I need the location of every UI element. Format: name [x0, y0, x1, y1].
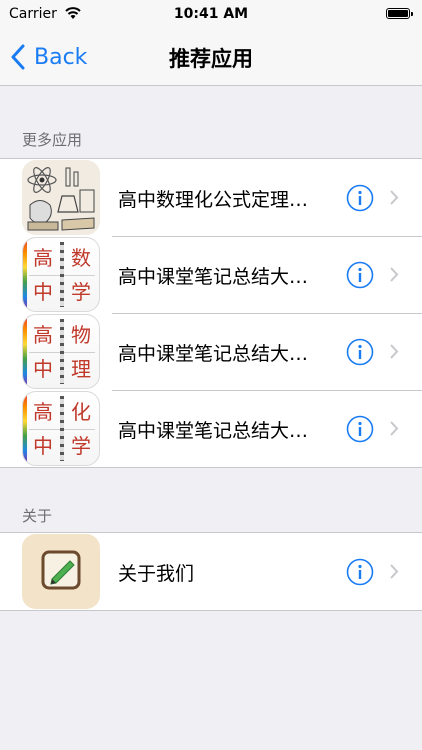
chevron-right-icon	[390, 267, 399, 282]
info-icon[interactable]	[346, 184, 374, 212]
battery-icon	[386, 8, 413, 19]
notebook-chemistry-icon: 高 化 中 学	[22, 391, 100, 466]
info-icon[interactable]	[346, 261, 374, 289]
chevron-right-icon	[390, 421, 399, 436]
list-item[interactable]: 高中数理化公式定理…	[0, 159, 422, 236]
list-item[interactable]: 高 数 中 学 高中课堂笔记总结大…	[0, 236, 422, 313]
notebook-math-icon: 高 数 中 学	[22, 237, 100, 312]
chevron-right-icon	[390, 190, 399, 205]
chevron-right-icon	[390, 564, 399, 579]
info-icon[interactable]	[346, 338, 374, 366]
about-title: 关于我们	[118, 563, 195, 585]
science-sketch-icon	[22, 160, 100, 235]
app-title: 高中课堂笔记总结大…	[118, 266, 309, 288]
list-item[interactable]: 高 物 中 理 高中课堂笔记总结大…	[0, 313, 422, 390]
about-us-row[interactable]: 关于我们	[0, 533, 422, 610]
app-title: 高中课堂笔记总结大…	[118, 343, 309, 365]
section-header-more-apps: 更多应用	[22, 131, 83, 149]
navigation-bar: Back 推荐应用	[0, 30, 422, 86]
info-icon[interactable]	[346, 415, 374, 443]
about-list: 关于我们	[0, 532, 422, 611]
list-item[interactable]: 高 化 中 学 高中课堂笔记总结大…	[0, 390, 422, 467]
app-title: 高中数理化公式定理…	[118, 189, 309, 211]
status-time: 10:41 AM	[173, 6, 249, 22]
status-bar: Carrier 10:41 AM	[0, 0, 422, 30]
apps-list: 高中数理化公式定理… 高 数 中 学 高中课堂笔记总结大… 高 物 中 理 高中…	[0, 158, 422, 468]
page-title: 推荐应用	[169, 47, 253, 71]
info-icon[interactable]	[346, 558, 374, 586]
notebook-physics-icon: 高 物 中 理	[22, 314, 100, 389]
section-header-about: 关于	[22, 507, 53, 525]
app-title: 高中课堂笔记总结大…	[118, 420, 309, 442]
chevron-right-icon	[390, 344, 399, 359]
pencil-note-icon	[22, 534, 100, 609]
